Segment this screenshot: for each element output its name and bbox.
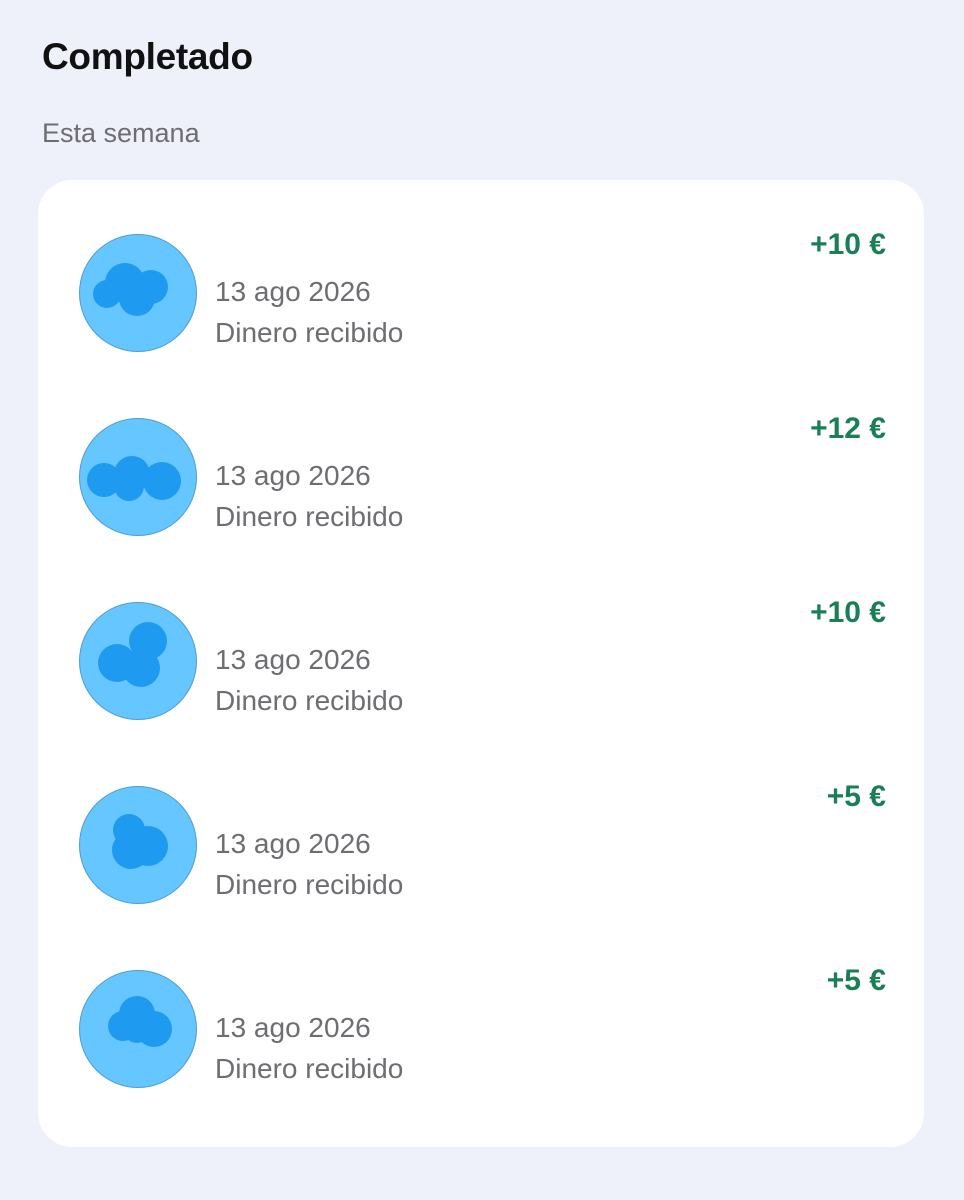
- transactions-card: 13 ago 2026 Dinero recibido +10 € 13 ago…: [38, 180, 924, 1147]
- transaction-description: Dinero recibido: [215, 869, 404, 900]
- avatar: [79, 786, 197, 904]
- section-label-this-week: Esta semana: [42, 118, 200, 148]
- transaction-row[interactable]: 13 ago 2026 Dinero recibido +10 €: [38, 180, 924, 364]
- transaction-date: 13 ago 2026: [215, 460, 371, 491]
- transaction-amount: +10 €: [810, 228, 886, 261]
- transaction-date: 13 ago 2026: [215, 828, 371, 859]
- transaction-amount: +5 €: [826, 780, 886, 813]
- transaction-description: Dinero recibido: [215, 685, 404, 716]
- transaction-date: 13 ago 2026: [215, 1012, 371, 1043]
- blurred-avatar-icon: [112, 814, 168, 869]
- avatar: [79, 602, 197, 720]
- transaction-description: Dinero recibido: [215, 501, 404, 532]
- blurred-avatar-icon: [108, 996, 172, 1047]
- blurred-avatar-icon: [98, 622, 167, 687]
- transaction-row[interactable]: 13 ago 2026 Dinero recibido +5 €: [38, 916, 924, 1100]
- transaction-description: Dinero recibido: [215, 1053, 404, 1084]
- blurred-avatar-icon: [87, 456, 181, 501]
- blurred-avatar-icon: [93, 263, 168, 316]
- transaction-amount: +12 €: [810, 412, 886, 445]
- avatar: [79, 970, 197, 1088]
- transaction-amount: +5 €: [826, 964, 886, 997]
- transaction-amount: +10 €: [810, 596, 886, 629]
- page-title: Completado: [42, 36, 253, 77]
- avatar: [79, 234, 197, 352]
- transaction-row[interactable]: 13 ago 2026 Dinero recibido +10 €: [38, 548, 924, 732]
- transaction-date: 13 ago 2026: [215, 276, 371, 307]
- transaction-date: 13 ago 2026: [215, 644, 371, 675]
- transaction-description: Dinero recibido: [215, 317, 404, 348]
- transaction-row[interactable]: 13 ago 2026 Dinero recibido +5 €: [38, 732, 924, 916]
- avatar: [79, 418, 197, 536]
- transaction-row[interactable]: 13 ago 2026 Dinero recibido +12 €: [38, 364, 924, 548]
